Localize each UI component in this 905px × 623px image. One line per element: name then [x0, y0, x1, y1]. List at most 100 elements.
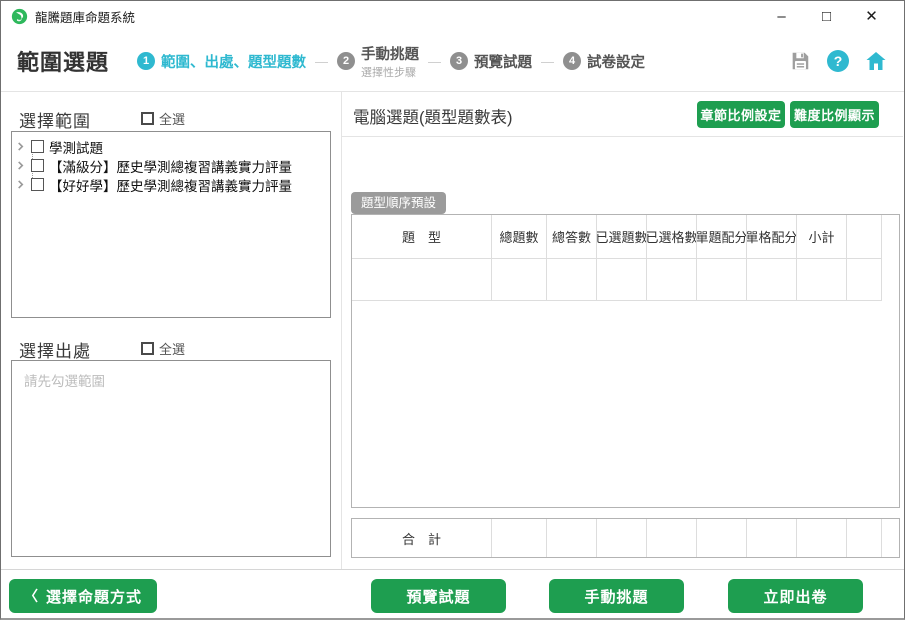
source-placeholder: 請先勾選範圍: [24, 374, 105, 389]
step-2-circle: 2: [337, 52, 355, 70]
tree-item-label[interactable]: 【好好學】歷史學測總複習講義實力評量: [49, 175, 292, 195]
table-header-cell: 單格配分: [747, 215, 797, 259]
tree-item-label[interactable]: 學測試題: [49, 137, 103, 157]
step-3-circle: 3: [450, 52, 468, 70]
total-cell: [597, 519, 647, 557]
total-cell: [697, 519, 747, 557]
table-header-cell: 總題數: [492, 215, 547, 259]
step-4-circle: 4: [563, 52, 581, 70]
table-total-row: 合 計: [351, 518, 900, 558]
table-cell: [747, 259, 797, 301]
tree-item-label[interactable]: 【滿級分】歷史學測總複習講義實力評量: [49, 156, 292, 176]
step-3-preview[interactable]: 3 預覽試題: [450, 51, 532, 72]
manual-pick-button[interactable]: 手動挑題: [549, 579, 684, 613]
tree-item-checkbox[interactable]: [31, 140, 44, 153]
source-select-all-label: 全選: [159, 339, 185, 358]
tree-item-checkbox[interactable]: [31, 159, 44, 172]
tree-item-checkbox[interactable]: [31, 178, 44, 191]
window-controls: – □ ✕: [759, 2, 894, 30]
app-window: 龍騰題庫命題系統 – □ ✕ 範圍選題 1 範圍、出處、題型題數 — 2 手動挑…: [0, 0, 905, 620]
expand-chevron-icon[interactable]: [16, 180, 26, 190]
tree-item[interactable]: 【滿級分】歷史學測總複習講義實力評量: [16, 156, 326, 175]
tree-item[interactable]: 學測試題: [16, 137, 326, 156]
table-cell: [547, 259, 597, 301]
expand-chevron-icon[interactable]: [16, 142, 26, 152]
main-panel-title: 電腦選題(題型題數表): [353, 104, 513, 128]
source-select-all-checkbox[interactable]: [141, 342, 154, 355]
back-button-label: 選擇命題方式: [46, 586, 142, 607]
wizard-steps: 1 範圍、出處、題型題數 — 2 手動挑題 選擇性步驟 — 3 預覽試題 — 4…: [137, 43, 645, 80]
table-header-cell: 題 型: [352, 215, 492, 259]
home-icon[interactable]: [864, 49, 888, 73]
close-button[interactable]: ✕: [849, 2, 894, 30]
create-paper-button[interactable]: 立即出卷: [728, 579, 863, 613]
table-header-cell: 單題配分: [697, 215, 747, 259]
save-icon[interactable]: [788, 49, 812, 73]
range-select-all: 全選: [141, 109, 185, 128]
step-2-manual-pick[interactable]: 2 手動挑題 選擇性步驟: [337, 43, 419, 80]
header-icons: ?: [788, 49, 888, 73]
range-section-header: 選擇範圍 全選: [19, 107, 319, 132]
app-title: 龍騰題庫命題系統: [35, 7, 135, 26]
table-cell: [352, 259, 492, 301]
chapter-ratio-button[interactable]: 章節比例設定: [697, 101, 785, 128]
difficulty-ratio-button[interactable]: 難度比例顯示: [790, 101, 879, 128]
source-list: 請先勾選範圍: [11, 360, 331, 557]
range-select-all-label: 全選: [159, 109, 185, 128]
app-logo-icon: [11, 8, 28, 25]
table-cell: [697, 259, 747, 301]
footer-divider: [1, 569, 904, 570]
page-title: 範圍選題: [17, 45, 109, 77]
total-cell: [547, 519, 597, 557]
back-to-mode-button[interactable]: 〈 選擇命題方式: [9, 579, 157, 613]
maximize-button[interactable]: □: [804, 2, 849, 30]
table-header-row: 題 型 總題數 總答數 已選題數 已選格數 單題配分 單格配分 小計: [352, 215, 882, 259]
step-1-circle: 1: [137, 52, 155, 70]
table-cell: [492, 259, 547, 301]
step-1-range[interactable]: 1 範圍、出處、題型題數: [137, 51, 306, 72]
step-2-sublabel: 選擇性步驟: [361, 67, 416, 79]
tree-item[interactable]: 【好好學】歷史學測總複習講義實力評量: [16, 175, 326, 194]
step-separator: —: [428, 54, 441, 69]
range-section-title: 選擇範圍: [19, 107, 91, 132]
table-header-cell: 已選格數: [647, 215, 697, 259]
back-chevron-icon: 〈: [24, 586, 39, 606]
type-order-default-button[interactable]: 題型順序預設: [351, 192, 446, 214]
source-select-all: 全選: [141, 339, 185, 358]
table-header-cell: [847, 215, 882, 259]
step-4-label: 試卷設定: [587, 51, 645, 72]
total-grid-row: 合 計: [352, 519, 882, 557]
total-cell: [647, 519, 697, 557]
main-heading-divider: [342, 136, 903, 137]
help-icon[interactable]: ?: [827, 50, 849, 72]
step-1-label: 範圍、出處、題型題數: [161, 51, 306, 72]
range-select-all-checkbox[interactable]: [141, 112, 154, 125]
table-header-cell: 已選題數: [597, 215, 647, 259]
table-row: [352, 259, 882, 301]
page-header: 範圍選題 1 範圍、出處、題型題數 — 2 手動挑題 選擇性步驟 — 3 預覽試…: [1, 31, 904, 91]
table-cell: [647, 259, 697, 301]
total-cell: [797, 519, 847, 557]
range-tree: 學測試題 【滿級分】歷史學測總複習講義實力評量 【好好學】歷史學測總複習講義實力…: [11, 131, 331, 318]
step-separator: —: [315, 54, 328, 69]
preview-questions-button[interactable]: 預覽試題: [371, 579, 506, 613]
total-cell: [847, 519, 882, 557]
minimize-button[interactable]: –: [759, 2, 804, 30]
source-section-title: 選擇出處: [19, 337, 91, 362]
title-bar: 龍騰題庫命題系統 – □ ✕: [1, 1, 904, 31]
total-cell: [492, 519, 547, 557]
header-divider: [1, 91, 904, 92]
total-cell: [747, 519, 797, 557]
table-cell: [847, 259, 882, 301]
table-header-cell: 總答數: [547, 215, 597, 259]
panel-divider: [341, 92, 342, 569]
table-header-cell: 小計: [797, 215, 847, 259]
question-type-table: 題 型 總題數 總答數 已選題數 已選格數 單題配分 單格配分 小計: [351, 214, 900, 508]
table-cell: [797, 259, 847, 301]
step-2-label: 手動挑題 選擇性步驟: [361, 43, 419, 80]
expand-chevron-icon[interactable]: [16, 161, 26, 171]
total-label-cell: 合 計: [352, 519, 492, 557]
step-separator: —: [541, 54, 554, 69]
table-cell: [597, 259, 647, 301]
step-4-paper-settings[interactable]: 4 試卷設定: [563, 51, 645, 72]
